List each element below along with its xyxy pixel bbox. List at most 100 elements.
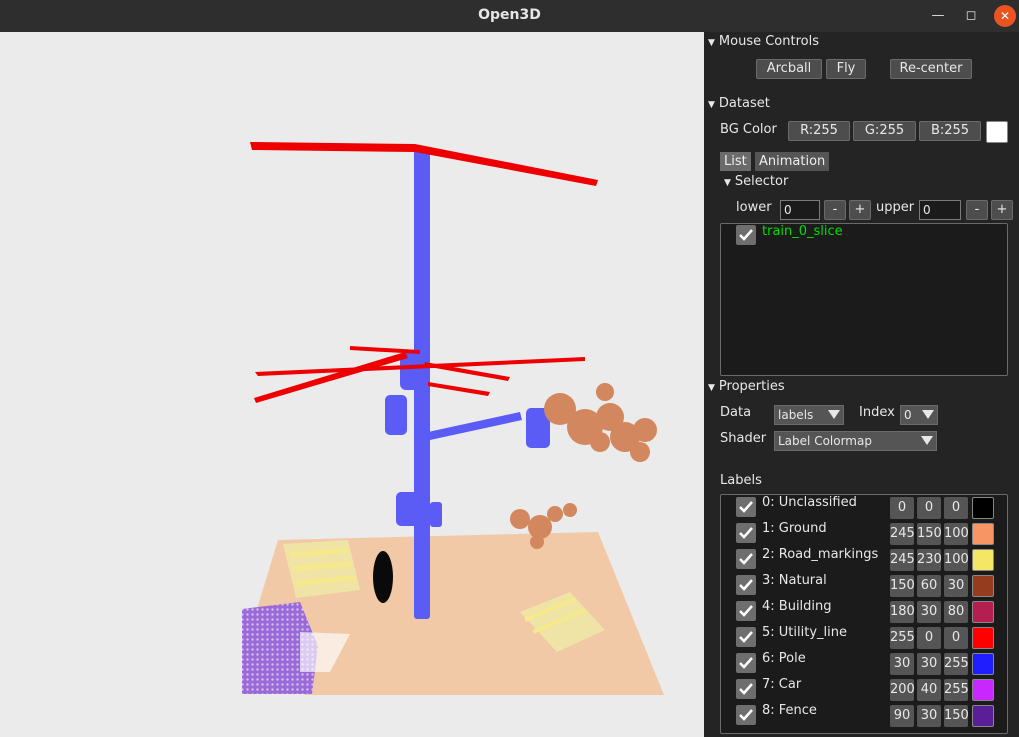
checkmark-icon <box>739 553 753 565</box>
label-blue-value[interactable]: 100 <box>944 549 969 571</box>
checkmark-icon <box>739 657 753 669</box>
bg-red-button[interactable]: R:255 <box>788 121 850 141</box>
label-green-value[interactable]: 150 <box>917 523 942 545</box>
index-select[interactable]: 0 <box>900 405 938 425</box>
label-color-swatch[interactable] <box>972 601 994 623</box>
upper-increment-button[interactable]: + <box>991 200 1013 220</box>
label-blue-value[interactable]: 30 <box>944 575 968 597</box>
label-name: 8: Fence <box>762 703 817 718</box>
tab-animation[interactable]: Animation <box>755 152 830 171</box>
index-label: Index <box>859 405 895 420</box>
label-checkbox[interactable] <box>736 653 756 673</box>
label-color-swatch[interactable] <box>972 575 994 597</box>
lower-increment-button[interactable]: + <box>849 200 871 220</box>
label-row: 5: Utility_line 255 0 0 <box>721 625 1007 651</box>
dataset-header[interactable]: ▼ Dataset <box>708 96 770 111</box>
lower-decrement-button[interactable]: - <box>824 200 846 220</box>
label-green-value[interactable]: 60 <box>917 575 941 597</box>
labels-header: Labels <box>720 473 762 488</box>
label-green-value[interactable]: 40 <box>917 679 941 701</box>
upper-input[interactable]: 0 <box>919 200 961 220</box>
label-red-value[interactable]: 245 <box>890 523 915 545</box>
selector-header[interactable]: ▼ Selector <box>724 174 788 189</box>
label-checkbox[interactable] <box>736 627 756 647</box>
label-green-value[interactable]: 230 <box>917 549 942 571</box>
label-color-swatch[interactable] <box>972 497 994 519</box>
label-color-swatch[interactable] <box>972 523 994 545</box>
label-green-value[interactable]: 30 <box>917 601 941 623</box>
properties-header[interactable]: ▼ Properties <box>708 379 785 394</box>
collapse-triangle-icon: ▼ <box>724 178 731 188</box>
shader-select[interactable]: Label Colormap <box>774 431 937 451</box>
label-blue-value[interactable]: 255 <box>944 679 969 701</box>
label-name: 4: Building <box>762 599 832 614</box>
bg-blue-button[interactable]: B:255 <box>919 121 981 141</box>
label-red-value[interactable]: 245 <box>890 549 915 571</box>
upper-decrement-button[interactable]: - <box>966 200 988 220</box>
fly-button[interactable]: Fly <box>826 59 866 79</box>
recenter-button[interactable]: Re-center <box>890 59 972 79</box>
point-cloud-viewport[interactable] <box>0 32 704 737</box>
checkmark-icon <box>739 683 753 695</box>
lower-input[interactable]: 0 <box>780 200 820 220</box>
label-color-swatch[interactable] <box>972 679 994 701</box>
label-color-swatch[interactable] <box>972 705 994 727</box>
label-red-value[interactable]: 90 <box>890 705 914 727</box>
label-red-value[interactable]: 200 <box>890 679 915 701</box>
label-red-value[interactable]: 180 <box>890 601 915 623</box>
bg-green-button[interactable]: G:255 <box>853 121 916 141</box>
label-checkbox[interactable] <box>736 523 756 543</box>
label-blue-value[interactable]: 255 <box>944 653 969 675</box>
label-color-swatch[interactable] <box>972 549 994 571</box>
collapse-triangle-icon: ▼ <box>708 383 715 393</box>
label-name: 3: Natural <box>762 573 827 588</box>
label-row: 4: Building 180 30 80 <box>721 599 1007 625</box>
label-checkbox[interactable] <box>736 497 756 517</box>
label-row: 1: Ground 245 150 100 <box>721 521 1007 547</box>
label-checkbox[interactable] <box>736 601 756 621</box>
label-checkbox[interactable] <box>736 575 756 595</box>
label-blue-value[interactable]: 80 <box>944 601 968 623</box>
label-red-value[interactable]: 0 <box>890 497 914 519</box>
label-blue-value[interactable]: 150 <box>944 705 969 727</box>
label-red-value[interactable]: 150 <box>890 575 915 597</box>
label-name: 2: Road_markings <box>762 547 879 562</box>
labels-list: 0: Unclassified 0 0 0 1: Ground 245 150 100 2: R… <box>720 494 1008 734</box>
dataset-list: train_0_slice <box>720 223 1008 376</box>
label-checkbox[interactable] <box>736 549 756 569</box>
tab-list[interactable]: List <box>720 152 751 171</box>
data-select[interactable]: labels <box>774 405 844 425</box>
minimize-icon[interactable]: — <box>927 5 949 27</box>
label-row: 6: Pole 30 30 255 <box>721 651 1007 677</box>
checkmark-icon <box>739 229 753 241</box>
label-blue-value[interactable]: 0 <box>944 497 968 519</box>
label-blue-value[interactable]: 100 <box>944 523 969 545</box>
label-checkbox[interactable] <box>736 705 756 725</box>
label-name: 7: Car <box>762 677 802 692</box>
unclassified-points <box>373 551 393 603</box>
label-color-swatch[interactable] <box>972 627 994 649</box>
bg-color-swatch[interactable] <box>986 121 1008 143</box>
label-blue-value[interactable]: 0 <box>944 627 968 649</box>
dataset-item-label[interactable]: train_0_slice <box>762 224 843 239</box>
label-green-value[interactable]: 0 <box>917 497 941 519</box>
label-checkbox[interactable] <box>736 679 756 699</box>
arcball-button[interactable]: Arcball <box>756 59 822 79</box>
dropdown-arrow-icon <box>922 410 934 419</box>
upper-label: upper <box>876 200 915 215</box>
close-icon[interactable]: ✕ <box>994 5 1016 27</box>
label-green-value[interactable]: 0 <box>917 627 941 649</box>
checkmark-icon <box>739 527 753 539</box>
collapse-triangle-icon: ▼ <box>708 38 715 48</box>
label-green-value[interactable]: 30 <box>917 653 941 675</box>
dataset-item-checkbox[interactable] <box>736 225 756 245</box>
label-green-value[interactable]: 30 <box>917 705 941 727</box>
label-red-value[interactable]: 255 <box>890 627 915 649</box>
label-color-swatch[interactable] <box>972 653 994 675</box>
mouse-controls-header[interactable]: ▼ Mouse Controls <box>708 34 819 49</box>
checkmark-icon <box>739 501 753 513</box>
window-title: Open3D <box>478 7 541 23</box>
label-row: 7: Car 200 40 255 <box>721 677 1007 703</box>
label-red-value[interactable]: 30 <box>890 653 914 675</box>
maximize-icon[interactable]: ◻ <box>960 5 982 27</box>
